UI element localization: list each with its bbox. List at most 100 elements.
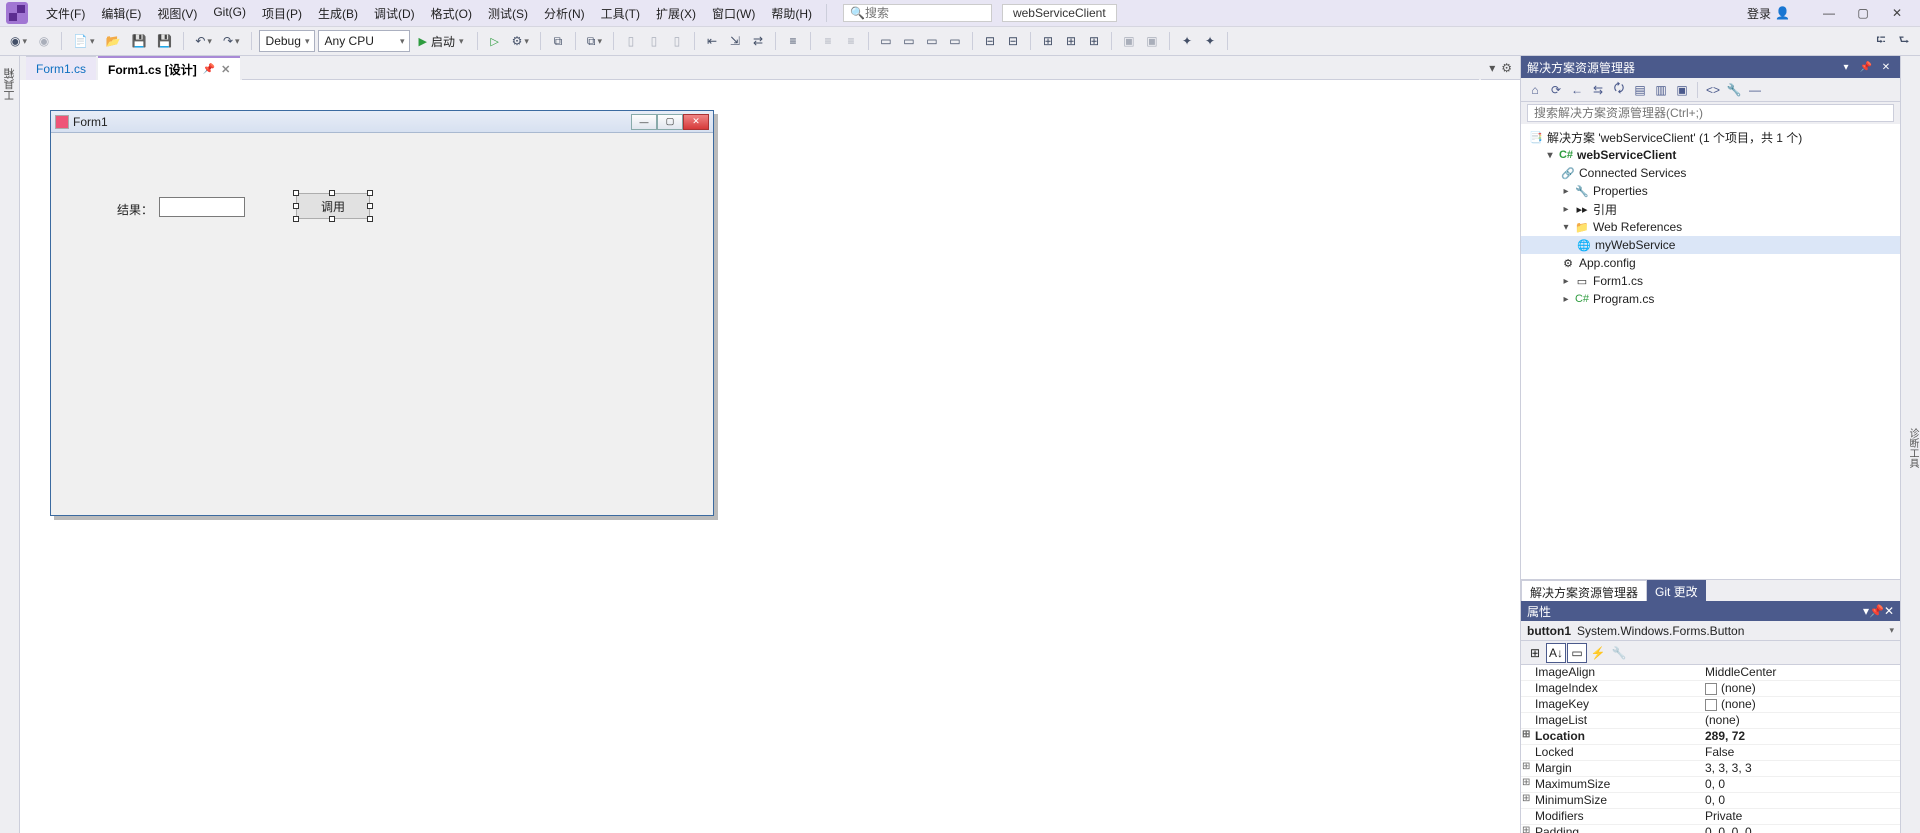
se-sync2-icon[interactable]: 🗘 [1609,80,1629,100]
se-refresh-icon[interactable]: ▥ [1651,80,1671,100]
tree-mywebservice[interactable]: 🌐myWebService [1521,236,1900,254]
redo-button[interactable]: ↷ [219,30,244,52]
tb-e[interactable]: ▯ [667,30,687,52]
prop-row-ImageIndex[interactable]: ImageIndex(none) [1521,681,1900,697]
tabs-dropdown-icon[interactable]: ▾ [1489,61,1495,75]
tb-g[interactable]: ⇲ [725,30,745,52]
align-2[interactable]: ≡ [818,30,838,52]
form-client-area[interactable]: 结果： 调用 [51,133,713,515]
tb-b[interactable]: ⧉ [583,30,606,52]
menu-窗口(W)[interactable]: 窗口(W) [704,2,763,25]
pin-icon[interactable]: 📌 [203,64,215,75]
align-5[interactable]: ▭ [899,30,919,52]
props-page-icon[interactable]: ▭ [1567,643,1587,663]
search-input[interactable] [865,6,985,20]
order-1[interactable]: ▣ [1119,30,1139,52]
tree-form1cs[interactable]: ▸▭Form1.cs [1521,272,1900,290]
properties-object-combo[interactable]: button1 System.Windows.Forms.Button ▾ [1521,621,1900,641]
misc-1[interactable]: ✦ [1177,30,1197,52]
prop-row-MinimumSize[interactable]: MinimumSize0, 0 [1521,793,1900,809]
se-showall-icon[interactable]: ▤ [1630,80,1650,100]
props-cat-icon[interactable]: ⊞ [1525,643,1545,663]
share-button[interactable]: ⮓ [1871,30,1891,52]
tb-a[interactable]: ⧉ [548,30,568,52]
props-az-icon[interactable]: A↓ [1546,643,1566,663]
tree-project[interactable]: ▾C#webServiceClient [1521,146,1900,164]
prop-row-MaximumSize[interactable]: MaximumSize0, 0 [1521,777,1900,793]
start-no-debug-button[interactable]: ▷ [485,30,505,52]
se-home-icon[interactable]: ⌂ [1525,80,1545,100]
se-collapse-icon[interactable]: ▣ [1672,80,1692,100]
menu-格式(O)[interactable]: 格式(O) [423,2,480,25]
save-button[interactable]: 💾 [127,30,150,52]
tabs-settings-icon[interactable]: ⚙ [1501,61,1512,75]
panel-close-icon[interactable]: ✕ [1878,59,1894,75]
menu-项目(P)[interactable]: 项目(P) [254,2,310,25]
platform-combo[interactable]: Any CPU [318,30,410,52]
tab-form1-design[interactable]: Form1.cs [设计] 📌 ✕ [98,56,240,80]
result-label[interactable]: 结果： [117,201,153,218]
close-button[interactable]: ✕ [1880,2,1914,24]
back-nav-button[interactable]: ◉ [6,30,31,52]
tb-h[interactable]: ⇄ [748,30,768,52]
tree-web-references[interactable]: ▾📁Web References [1521,218,1900,236]
align-7[interactable]: ▭ [945,30,965,52]
properties-grid[interactable]: ImageAlignMiddleCenterImageIndex(none)Im… [1521,665,1900,833]
prop-row-ImageKey[interactable]: ImageKey(none) [1521,697,1900,713]
panel-pin-icon[interactable]: 📌 [1858,59,1874,75]
tree-references[interactable]: ▸▸▸引用 [1521,200,1900,218]
tree-appconfig[interactable]: ⚙App.config [1521,254,1900,272]
tb-d[interactable]: ▯ [644,30,664,52]
menu-文件(F)[interactable]: 文件(F) [38,2,93,25]
prop-row-ImageList[interactable]: ImageList(none) [1521,713,1900,729]
tree-connected-services[interactable]: 🔗Connected Services [1521,164,1900,182]
tree-solution-root[interactable]: 📑解决方案 'webServiceClient' (1 个项目，共 1 个) [1521,128,1900,146]
order-2[interactable]: ▣ [1142,30,1162,52]
prop-row-Locked[interactable]: LockedFalse [1521,745,1900,761]
menu-Git(G)[interactable]: Git(G) [205,2,254,25]
diagnostics-tab[interactable]: 诊断工具 [1905,428,1920,468]
maximize-button[interactable]: ▢ [1846,2,1880,24]
menu-调试(D)[interactable]: 调试(D) [366,2,423,25]
prop-row-Padding[interactable]: Padding0, 0, 0, 0 [1521,825,1900,833]
design-surface[interactable]: Form1 — ▢ ✕ 结果： 调用 [20,80,1520,833]
global-search[interactable]: 🔍 [843,4,992,22]
forward-nav-button[interactable]: ◉ [34,30,54,52]
login-button[interactable]: 登录👤 [1739,3,1798,24]
minimize-button[interactable]: — [1812,2,1846,24]
menu-分析(N)[interactable]: 分析(N) [536,2,593,25]
se-more-icon[interactable]: — [1745,80,1765,100]
prop-row-Margin[interactable]: Margin3, 3, 3, 3 [1521,761,1900,777]
form-designer[interactable]: Form1 — ▢ ✕ 结果： 调用 [50,110,714,516]
tree-programcs[interactable]: ▸C#Program.cs [1521,290,1900,308]
center-3[interactable]: ⊞ [1084,30,1104,52]
save-all-button[interactable]: 💾 [153,30,176,52]
misc-2[interactable]: ✦ [1200,30,1220,52]
tb-c[interactable]: ▯ [621,30,641,52]
props-close-icon[interactable]: ✕ [1884,604,1894,618]
solution-search-input[interactable] [1527,104,1894,122]
spacing-1[interactable]: ⊟ [980,30,1000,52]
tab-solution-explorer[interactable]: 解决方案资源管理器 [1521,580,1647,601]
config-combo[interactable]: Debug [259,30,315,52]
menu-扩展(X)[interactable]: 扩展(X) [648,2,704,25]
new-project-button[interactable]: 📄 [69,30,98,52]
start-button[interactable]: ▶ 启动 ▾ [413,33,470,50]
se-prop-icon[interactable]: 🔧 [1724,80,1744,100]
attach-button[interactable]: ⚙ [508,30,533,52]
align-1[interactable]: ≡ [783,30,803,52]
menu-测试(S)[interactable]: 测试(S) [480,2,536,25]
tb-f[interactable]: ⇤ [702,30,722,52]
se-code-icon[interactable]: <> [1703,80,1723,100]
center-1[interactable]: ⊞ [1038,30,1058,52]
undo-button[interactable]: ↶ [191,30,216,52]
prop-row-Modifiers[interactable]: ModifiersPrivate [1521,809,1900,825]
align-4[interactable]: ▭ [876,30,896,52]
props-pin-icon[interactable]: 📌 [1869,604,1884,618]
result-textbox[interactable] [159,197,245,217]
se-sync-icon[interactable]: ⟳ [1546,80,1566,100]
spacing-2[interactable]: ⊟ [1003,30,1023,52]
center-2[interactable]: ⊞ [1061,30,1081,52]
se-back-icon[interactable]: ← [1567,80,1587,100]
menu-生成(B)[interactable]: 生成(B) [310,2,366,25]
